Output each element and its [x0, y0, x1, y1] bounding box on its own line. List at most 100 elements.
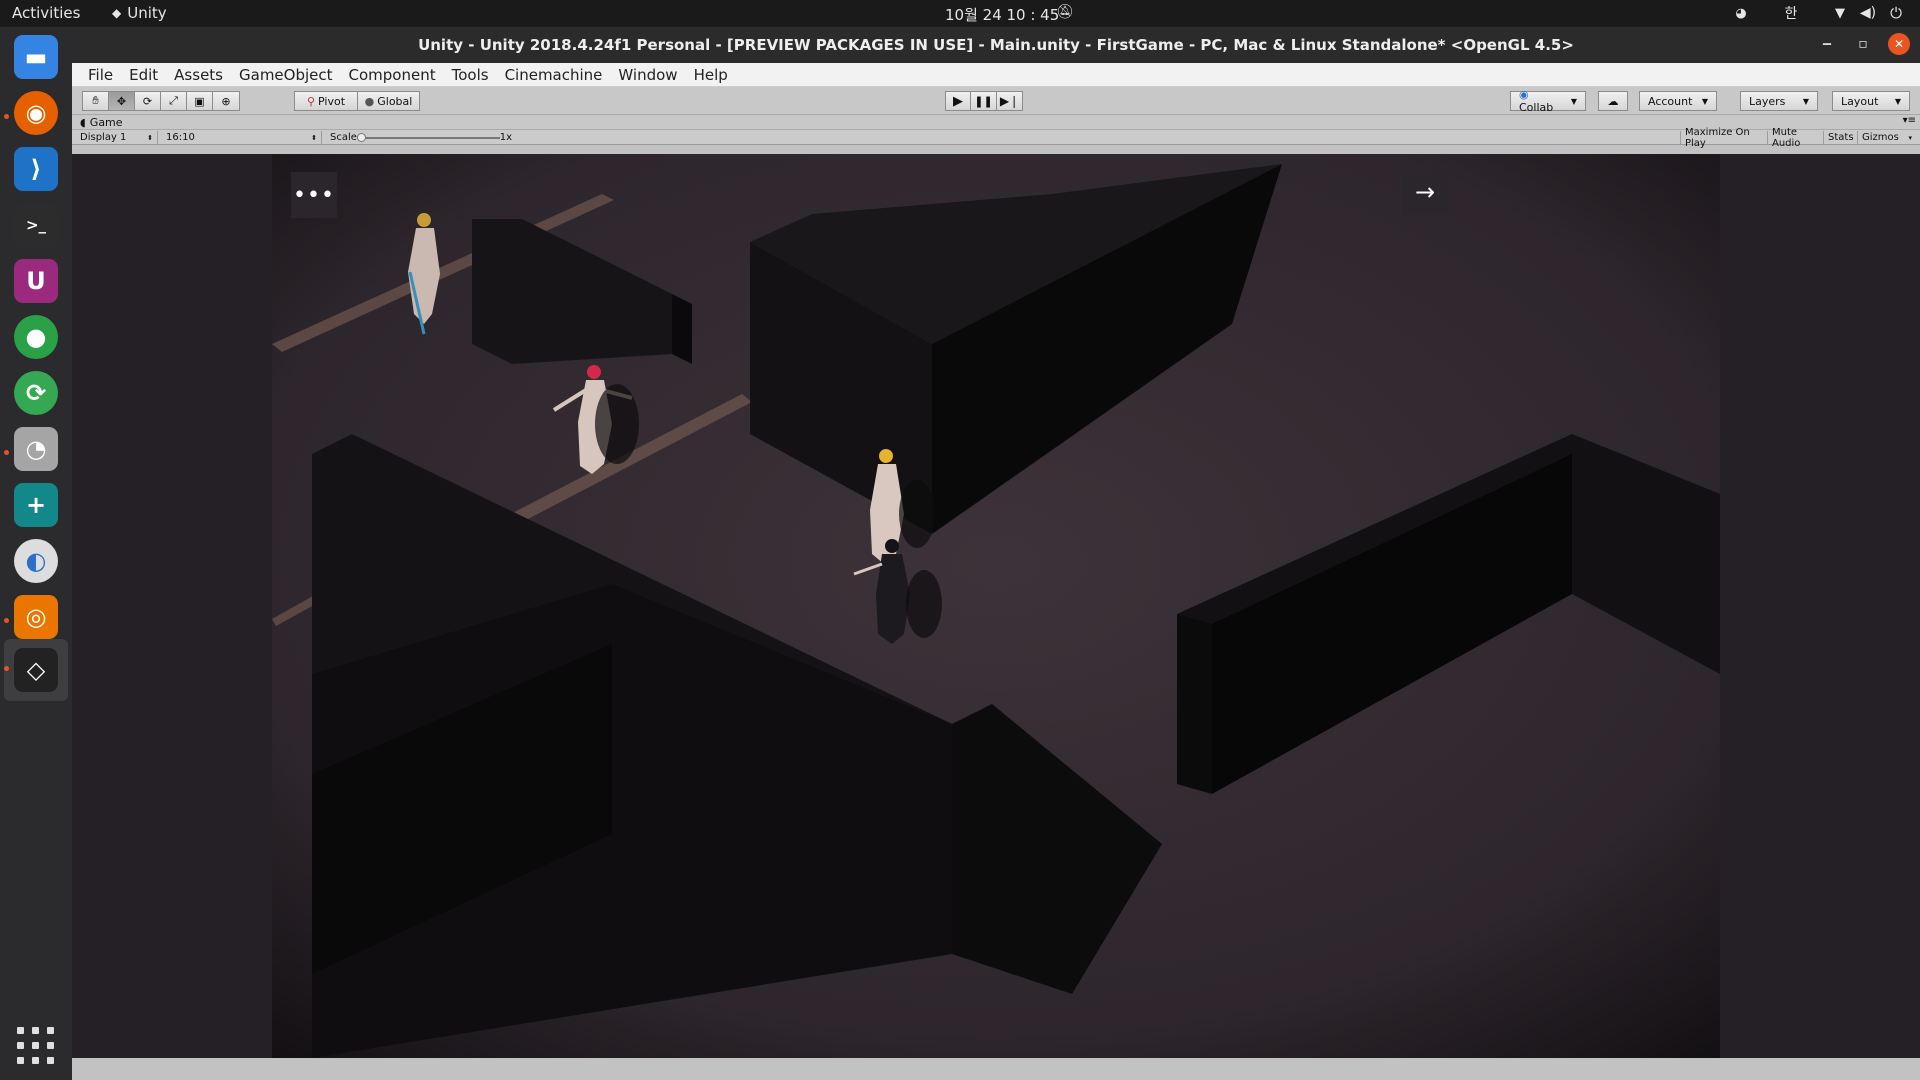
cloud-icon[interactable]: ☁︎: [1598, 91, 1628, 111]
tab-game[interactable]: ◖ Game: [80, 116, 123, 129]
scale-value: 1x: [499, 132, 512, 143]
layout-dropdown[interactable]: Layout ▼: [1832, 91, 1910, 111]
menu-window[interactable]: Window: [610, 66, 685, 84]
activities-button[interactable]: Activities: [12, 4, 80, 22]
blender-icon: ◎: [14, 595, 58, 639]
game-view-controls: Display 1 ⬍ 16:10 ⬍ Scale 1x Maximize On P…: [72, 127, 1920, 149]
mute-audio-toggle[interactable]: Mute Audio: [1768, 127, 1824, 149]
menu-assets[interactable]: Assets: [166, 66, 231, 84]
step-button[interactable]: ▶❘: [997, 91, 1023, 111]
dock-blender[interactable]: ◎: [10, 591, 62, 643]
dock-unity[interactable]: ◇: [4, 639, 68, 701]
play-button[interactable]: ▶: [945, 91, 971, 111]
menu-edit[interactable]: Edit: [121, 66, 166, 84]
transform-tools: ✋︎ ✥ ⟳ ⤢ ▣ ⊕: [82, 91, 240, 111]
power-icon: ⏻: [1890, 4, 1902, 22]
volume-icon: ◀︎): [1859, 5, 1877, 21]
terminal-icon: >_: [14, 203, 58, 247]
pause-button[interactable]: ❚❚: [971, 91, 997, 111]
pivot-toggle[interactable]: ⚲ Pivot: [294, 91, 358, 111]
dock-firefox[interactable]: ◉: [10, 87, 62, 139]
layers-label: Layers: [1749, 94, 1786, 108]
running-indicator: [4, 618, 9, 623]
maximize-button[interactable]: ▫: [1852, 33, 1874, 55]
dock-sync[interactable]: ⟳: [10, 367, 62, 419]
window-titlebar[interactable]: Unity - Unity 2018.4.24f1 Personal - [PR…: [72, 27, 1920, 63]
account-group: Account ▼: [1639, 91, 1717, 111]
menu-file[interactable]: File: [80, 66, 121, 84]
dock-kde-connect[interactable]: ◐: [10, 535, 62, 587]
panel-menu-icon[interactable]: ▾≡: [1903, 115, 1916, 126]
hand-tool-icon[interactable]: ✋︎: [82, 91, 109, 111]
rect-tool-icon[interactable]: ▣: [187, 91, 213, 111]
dock-files[interactable]: ▬: [10, 31, 62, 83]
running-indicator: [4, 666, 9, 671]
layers-group: Layers ▼: [1740, 91, 1818, 111]
dock-unity-hub[interactable]: U: [10, 255, 62, 307]
dock-screenshot[interactable]: ◔: [10, 423, 62, 475]
rotate-tool-icon[interactable]: ⟳: [135, 91, 161, 111]
menu-component[interactable]: Component: [341, 66, 444, 84]
layout-group: Layout ▼: [1832, 91, 1910, 111]
layers-dropdown[interactable]: Layers ▼: [1740, 91, 1818, 111]
gizmos-dropdown[interactable]: Gizmos ▾: [1858, 131, 1916, 144]
wall-block: [672, 294, 692, 364]
minimize-button[interactable]: ‒: [1816, 33, 1838, 55]
running-indicator: [4, 450, 9, 455]
close-button[interactable]: ✕: [1888, 33, 1910, 55]
game-viewport[interactable]: ••• →: [272, 154, 1720, 1058]
scale-slider[interactable]: [356, 132, 500, 142]
global-toggle[interactable]: ● Global: [358, 91, 420, 111]
collab-dropdown[interactable]: ◉ Collab ▼: [1510, 88, 1586, 114]
character-shadow: [595, 384, 639, 464]
collab-group: ◉ Collab ▼: [1510, 88, 1586, 114]
layout-label: Layout: [1841, 94, 1879, 108]
stats-toggle[interactable]: Stats: [1824, 131, 1858, 144]
next-button[interactable]: →: [1402, 169, 1448, 215]
dropdown-arrow-icon: ▼: [1802, 96, 1809, 106]
pivot-label: Pivot: [318, 94, 346, 108]
display-dropdown[interactable]: Display 1 ⬍: [76, 131, 158, 144]
menu-tools[interactable]: Tools: [444, 66, 497, 84]
character-shadow: [899, 480, 935, 548]
dock-terminal[interactable]: >_: [10, 199, 62, 251]
dock-vscode[interactable]: ⟩: [10, 143, 62, 195]
game-scene: [272, 154, 1720, 1058]
dropdown-arrow-icon: ▼: [1894, 96, 1901, 106]
menu-cinemachine[interactable]: Cinemachine: [497, 66, 611, 84]
pivot-global-group: ⚲ Pivot ● Global: [294, 91, 420, 111]
app-menu[interactable]: ◆ Unity: [112, 4, 167, 22]
account-label: Account: [1648, 94, 1693, 108]
transform-tool-icon[interactable]: ⊕: [213, 91, 240, 111]
files-icon: ▬: [14, 35, 58, 79]
collab-label: Collab: [1519, 101, 1554, 114]
dock-usb-creator[interactable]: +: [10, 479, 62, 531]
scale-tool-icon[interactable]: ⤢: [161, 91, 187, 111]
system-tray[interactable]: ◕ 한 ▼ ◀︎) ⏻: [1726, 3, 1910, 23]
account-dropdown[interactable]: Account ▼: [1639, 91, 1717, 111]
sync-icon: ⟳: [14, 371, 58, 415]
usb-creator-icon: +: [14, 483, 58, 527]
move-tool-icon[interactable]: ✥: [109, 91, 135, 111]
maximize-on-play-toggle[interactable]: Maximize On Play: [1680, 127, 1768, 149]
more-options-button[interactable]: •••: [291, 172, 337, 218]
system-top-bar: Activities ◆ Unity 10월 24 10 : 45 🔕︎ ◕ 한…: [0, 0, 1920, 27]
unity-window: Unity - Unity 2018.4.24f1 Personal - [PR…: [72, 27, 1920, 1080]
menu-gameobject[interactable]: GameObject: [231, 66, 341, 84]
dropdown-arrow-icon: ⬍: [147, 133, 153, 142]
window-title: Unity - Unity 2018.4.24f1 Personal - [PR…: [418, 36, 1574, 54]
ime-indicator[interactable]: 한: [1756, 3, 1826, 23]
aspect-dropdown[interactable]: 16:10 ⬍: [162, 131, 322, 144]
screenshot-icon: ◔: [14, 427, 58, 471]
clock[interactable]: 10월 24 10 : 45: [945, 4, 1059, 25]
notifications-muted-icon: 🔕︎: [1056, 4, 1074, 20]
arrow-right-icon: →: [1414, 178, 1436, 206]
show-applications-icon[interactable]: [17, 1027, 55, 1065]
scale-slider-thumb[interactable]: [356, 132, 366, 142]
dock-chrome[interactable]: ●: [10, 311, 62, 363]
aspect-label: 16:10: [166, 132, 195, 143]
steam-tray-icon[interactable]: ◕: [1726, 6, 1756, 21]
game-view-tabbar: ◖ Game ▾≡: [72, 115, 1920, 130]
collab-icon: ◉: [1519, 88, 1529, 101]
menu-help[interactable]: Help: [686, 66, 736, 84]
